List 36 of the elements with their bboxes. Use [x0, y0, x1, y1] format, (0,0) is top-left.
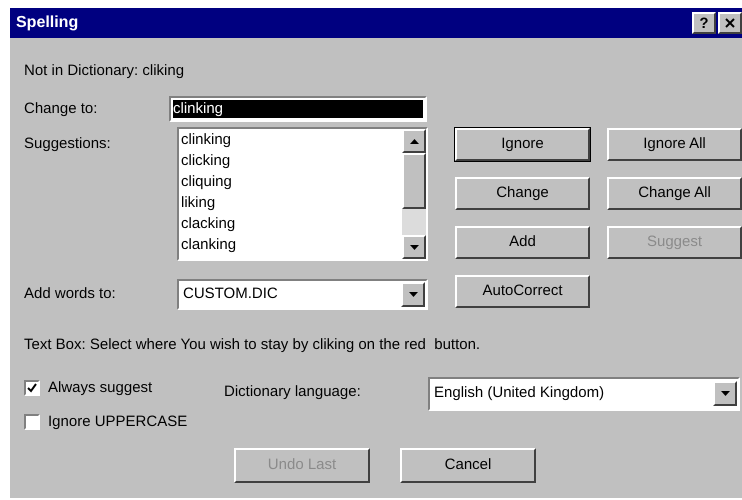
- scrollbar[interactable]: [402, 129, 426, 259]
- dialog-button[interactable]: AutoCorrect: [455, 275, 590, 308]
- list-item[interactable]: clanking: [181, 234, 402, 255]
- dialog-button[interactable]: Change All: [607, 177, 742, 210]
- scroll-up-icon[interactable]: [402, 129, 426, 153]
- add-words-label: Add words to:: [24, 284, 117, 304]
- checkbox[interactable]: [24, 380, 40, 396]
- dialog-button[interactable]: Change: [455, 177, 590, 210]
- list-item[interactable]: clicking: [181, 150, 402, 171]
- close-icon: [725, 18, 735, 28]
- change-to-label: Change to:: [24, 98, 98, 119]
- checkbox[interactable]: [24, 414, 40, 430]
- hint-text: Text Box: Select where You wish to stay by cliking on the red button.: [24, 335, 482, 355]
- scroll-down-icon[interactable]: [402, 235, 426, 259]
- dialog-button[interactable]: Ignore All: [607, 128, 742, 161]
- add-words-dropdown[interactable]: CUSTOM.DIC: [177, 279, 428, 310]
- checkbox-label: Ignore UPPERCASE: [48, 412, 188, 432]
- close-button[interactable]: [718, 12, 742, 34]
- language-dropdown[interactable]: English (United Kingdom): [428, 376, 740, 410]
- list-item[interactable]: clinking: [181, 129, 402, 150]
- window-title: Spelling: [16, 13, 78, 33]
- help-button[interactable]: ?: [692, 12, 716, 34]
- field-value: clinking: [173, 100, 423, 118]
- not-in-dictionary-text: Not in Dictionary: cliking: [24, 61, 186, 80]
- dialog-button[interactable]: Cancel: [400, 448, 536, 482]
- dialog-button[interactable]: Add: [455, 226, 590, 259]
- dialog-button[interactable]: Ignore: [455, 128, 590, 161]
- list-item[interactable]: liking: [181, 192, 402, 213]
- scroll-thumb[interactable]: [402, 153, 426, 209]
- dictionary-language-label: Dictionary language:: [224, 382, 362, 402]
- suggestions-label: Suggestions:: [24, 134, 112, 153]
- suggestions-list[interactable]: clinking clicking cliquing liking clacking clanking: [177, 127, 428, 261]
- list-item[interactable]: cliquing: [181, 171, 402, 192]
- change-to-field[interactable]: clinking: [169, 96, 427, 122]
- checkbox-label: Always suggest: [48, 378, 152, 398]
- list-item[interactable]: clacking: [181, 213, 402, 234]
